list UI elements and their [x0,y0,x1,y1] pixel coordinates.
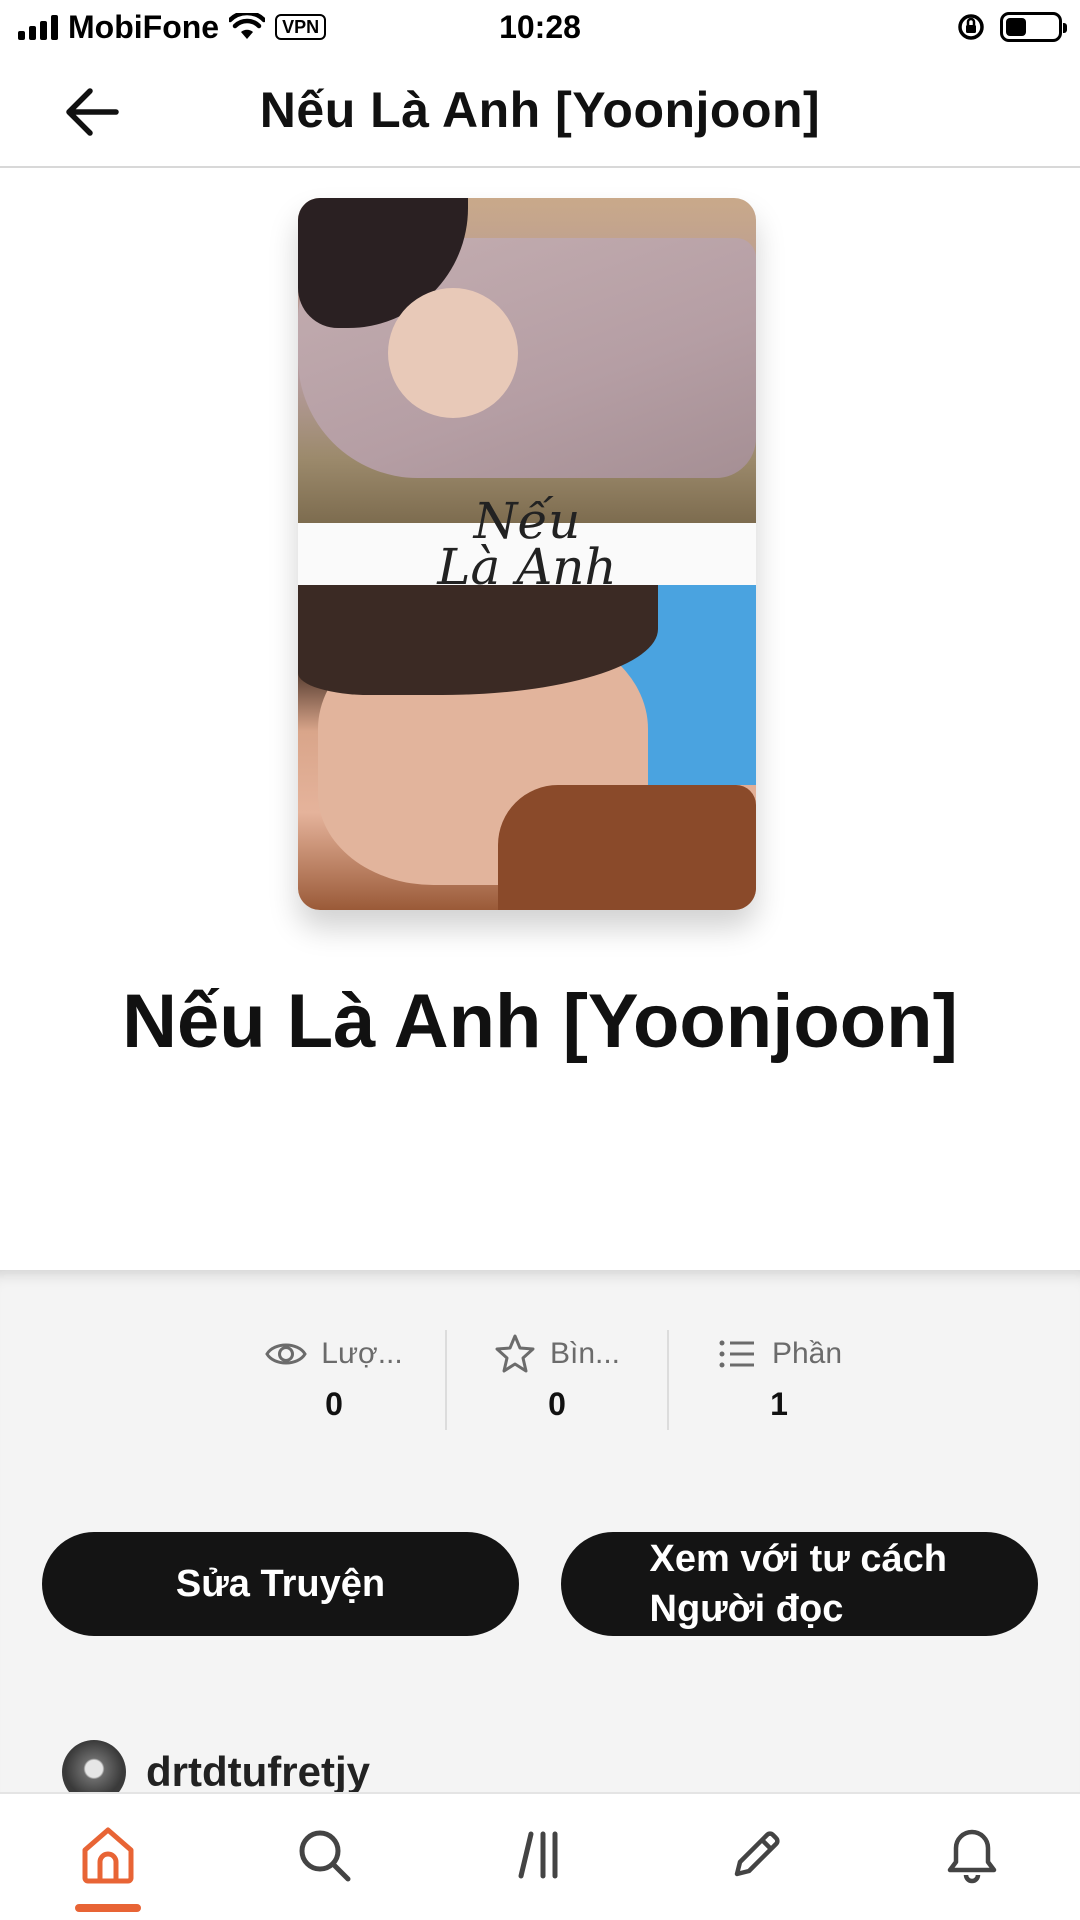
status-time: 10:28 [499,8,581,45]
header: Nếu Là Anh [Yoonjoon] [0,54,1080,168]
status-bar: MobiFone VPN 10:28 [0,0,1080,54]
stat-reads-value: 0 [325,1386,343,1422]
cover-title-text: Nếu Là Anh [437,492,617,596]
view-as-reader-button[interactable]: Xem với tư cách Người đọc [561,1532,1038,1636]
status-right [956,12,1067,42]
nav-notifications[interactable] [912,1824,1032,1914]
header-title: Nếu Là Anh [Yoonjoon] [259,82,821,138]
edit-story-label: Sửa Truyện [175,1562,386,1605]
stat-votes: Bìn... 0 [445,1330,667,1430]
search-icon [299,1830,351,1882]
edit-story-button[interactable]: Sửa Truyện [42,1532,519,1636]
author-name: drtdtufretjy [146,1748,370,1795]
nav-active-indicator [75,1904,141,1912]
stat-parts: Phần 1 [667,1330,889,1430]
story-stats: Lượ... 0 Bìn... 0 Phần 1 [223,1330,889,1430]
bell-icon [947,1829,997,1884]
nav-search[interactable] [264,1824,384,1914]
back-arrow-icon[interactable] [60,80,124,144]
bottom-nav [0,1792,1080,1920]
home-icon [82,1827,134,1884]
stat-votes-label: Bìn... [549,1337,621,1370]
view-as-reader-label: Xem với tư cách Người đọc [649,1538,947,1630]
orientation-lock-icon [958,14,984,40]
nav-home[interactable] [48,1824,168,1914]
library-icon [518,1831,558,1879]
list-icon [719,1340,754,1368]
pencil-icon [734,1831,780,1877]
story-cover-image: Nếu Là Anh [298,198,756,910]
stat-reads: Lượ... 0 [223,1330,445,1430]
stat-parts-label: Phần [771,1337,843,1370]
eye-icon [265,1343,308,1365]
stat-votes-value: 0 [548,1386,566,1422]
battery-icon [1000,12,1067,42]
story-title: Nếu Là Anh [Yoonjoon] [122,979,958,1064]
stat-parts-value: 1 [770,1386,788,1422]
star-icon [495,1334,535,1373]
nav-library[interactable] [480,1824,600,1914]
stat-reads-label: Lượ... [321,1337,403,1370]
nav-write[interactable] [696,1824,816,1914]
